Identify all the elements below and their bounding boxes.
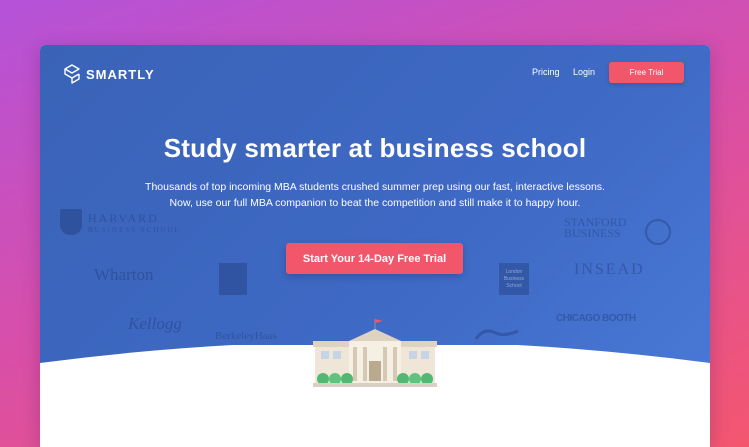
business-school-building-icon: [313, 319, 437, 387]
columbia-logo-icon: [219, 263, 247, 295]
berkeley-haas-logo: BerkeleyHaas: [215, 330, 277, 342]
stanford-logo: STANFORD BUSINESS: [564, 216, 626, 240]
lbs-line3: School: [506, 282, 522, 289]
harvard-logo: HARVARD BUSINESS SCHOOL: [60, 209, 181, 235]
kellogg-logo: Kellogg: [128, 314, 182, 333]
duke-fuqua-logo-icon: [474, 329, 519, 340]
stanford-seal-icon: [645, 219, 671, 245]
stanford-logo-line2: BUSINESS: [564, 226, 621, 240]
london-business-school-logo: London Business School: [499, 263, 529, 295]
hero-section: HARVARD BUSINESS SCHOOL Wharton Kellogg …: [40, 45, 710, 447]
smartly-logo-icon: [64, 64, 80, 84]
hero-subtext: Thousands of top incoming MBA students c…: [40, 179, 710, 211]
nav-free-trial-button[interactable]: Free Trial: [609, 62, 684, 83]
harvard-shield-icon: [60, 209, 82, 235]
lbs-line1: London: [505, 268, 523, 275]
brand-logo[interactable]: SMARTLY: [64, 64, 155, 84]
nav-pricing-link[interactable]: Pricing: [532, 67, 560, 77]
browser-frame: HARVARD BUSINESS SCHOOL Wharton Kellogg …: [40, 45, 710, 447]
lbs-line2: Business: [503, 275, 525, 282]
start-trial-button[interactable]: Start Your 14-Day Free Trial: [286, 243, 463, 274]
chicago-booth-logo: CHICAGO BOOTH: [556, 313, 636, 324]
brand-name: SMARTLY: [86, 66, 155, 82]
hero-subtext-line2: Now, use our full MBA companion to beat …: [169, 197, 581, 209]
harvard-logo-line1: HARVARD: [88, 210, 159, 225]
hero-subtext-line1: Thousands of top incoming MBA students c…: [145, 181, 605, 193]
hero-headline: Study smarter at business school: [163, 133, 587, 163]
insead-logo: INSEAD: [574, 261, 645, 278]
harvard-logo-line2: BUSINESS SCHOOL: [88, 225, 181, 234]
nav-login-link[interactable]: Login: [573, 67, 595, 77]
wharton-logo: Wharton: [94, 265, 154, 284]
